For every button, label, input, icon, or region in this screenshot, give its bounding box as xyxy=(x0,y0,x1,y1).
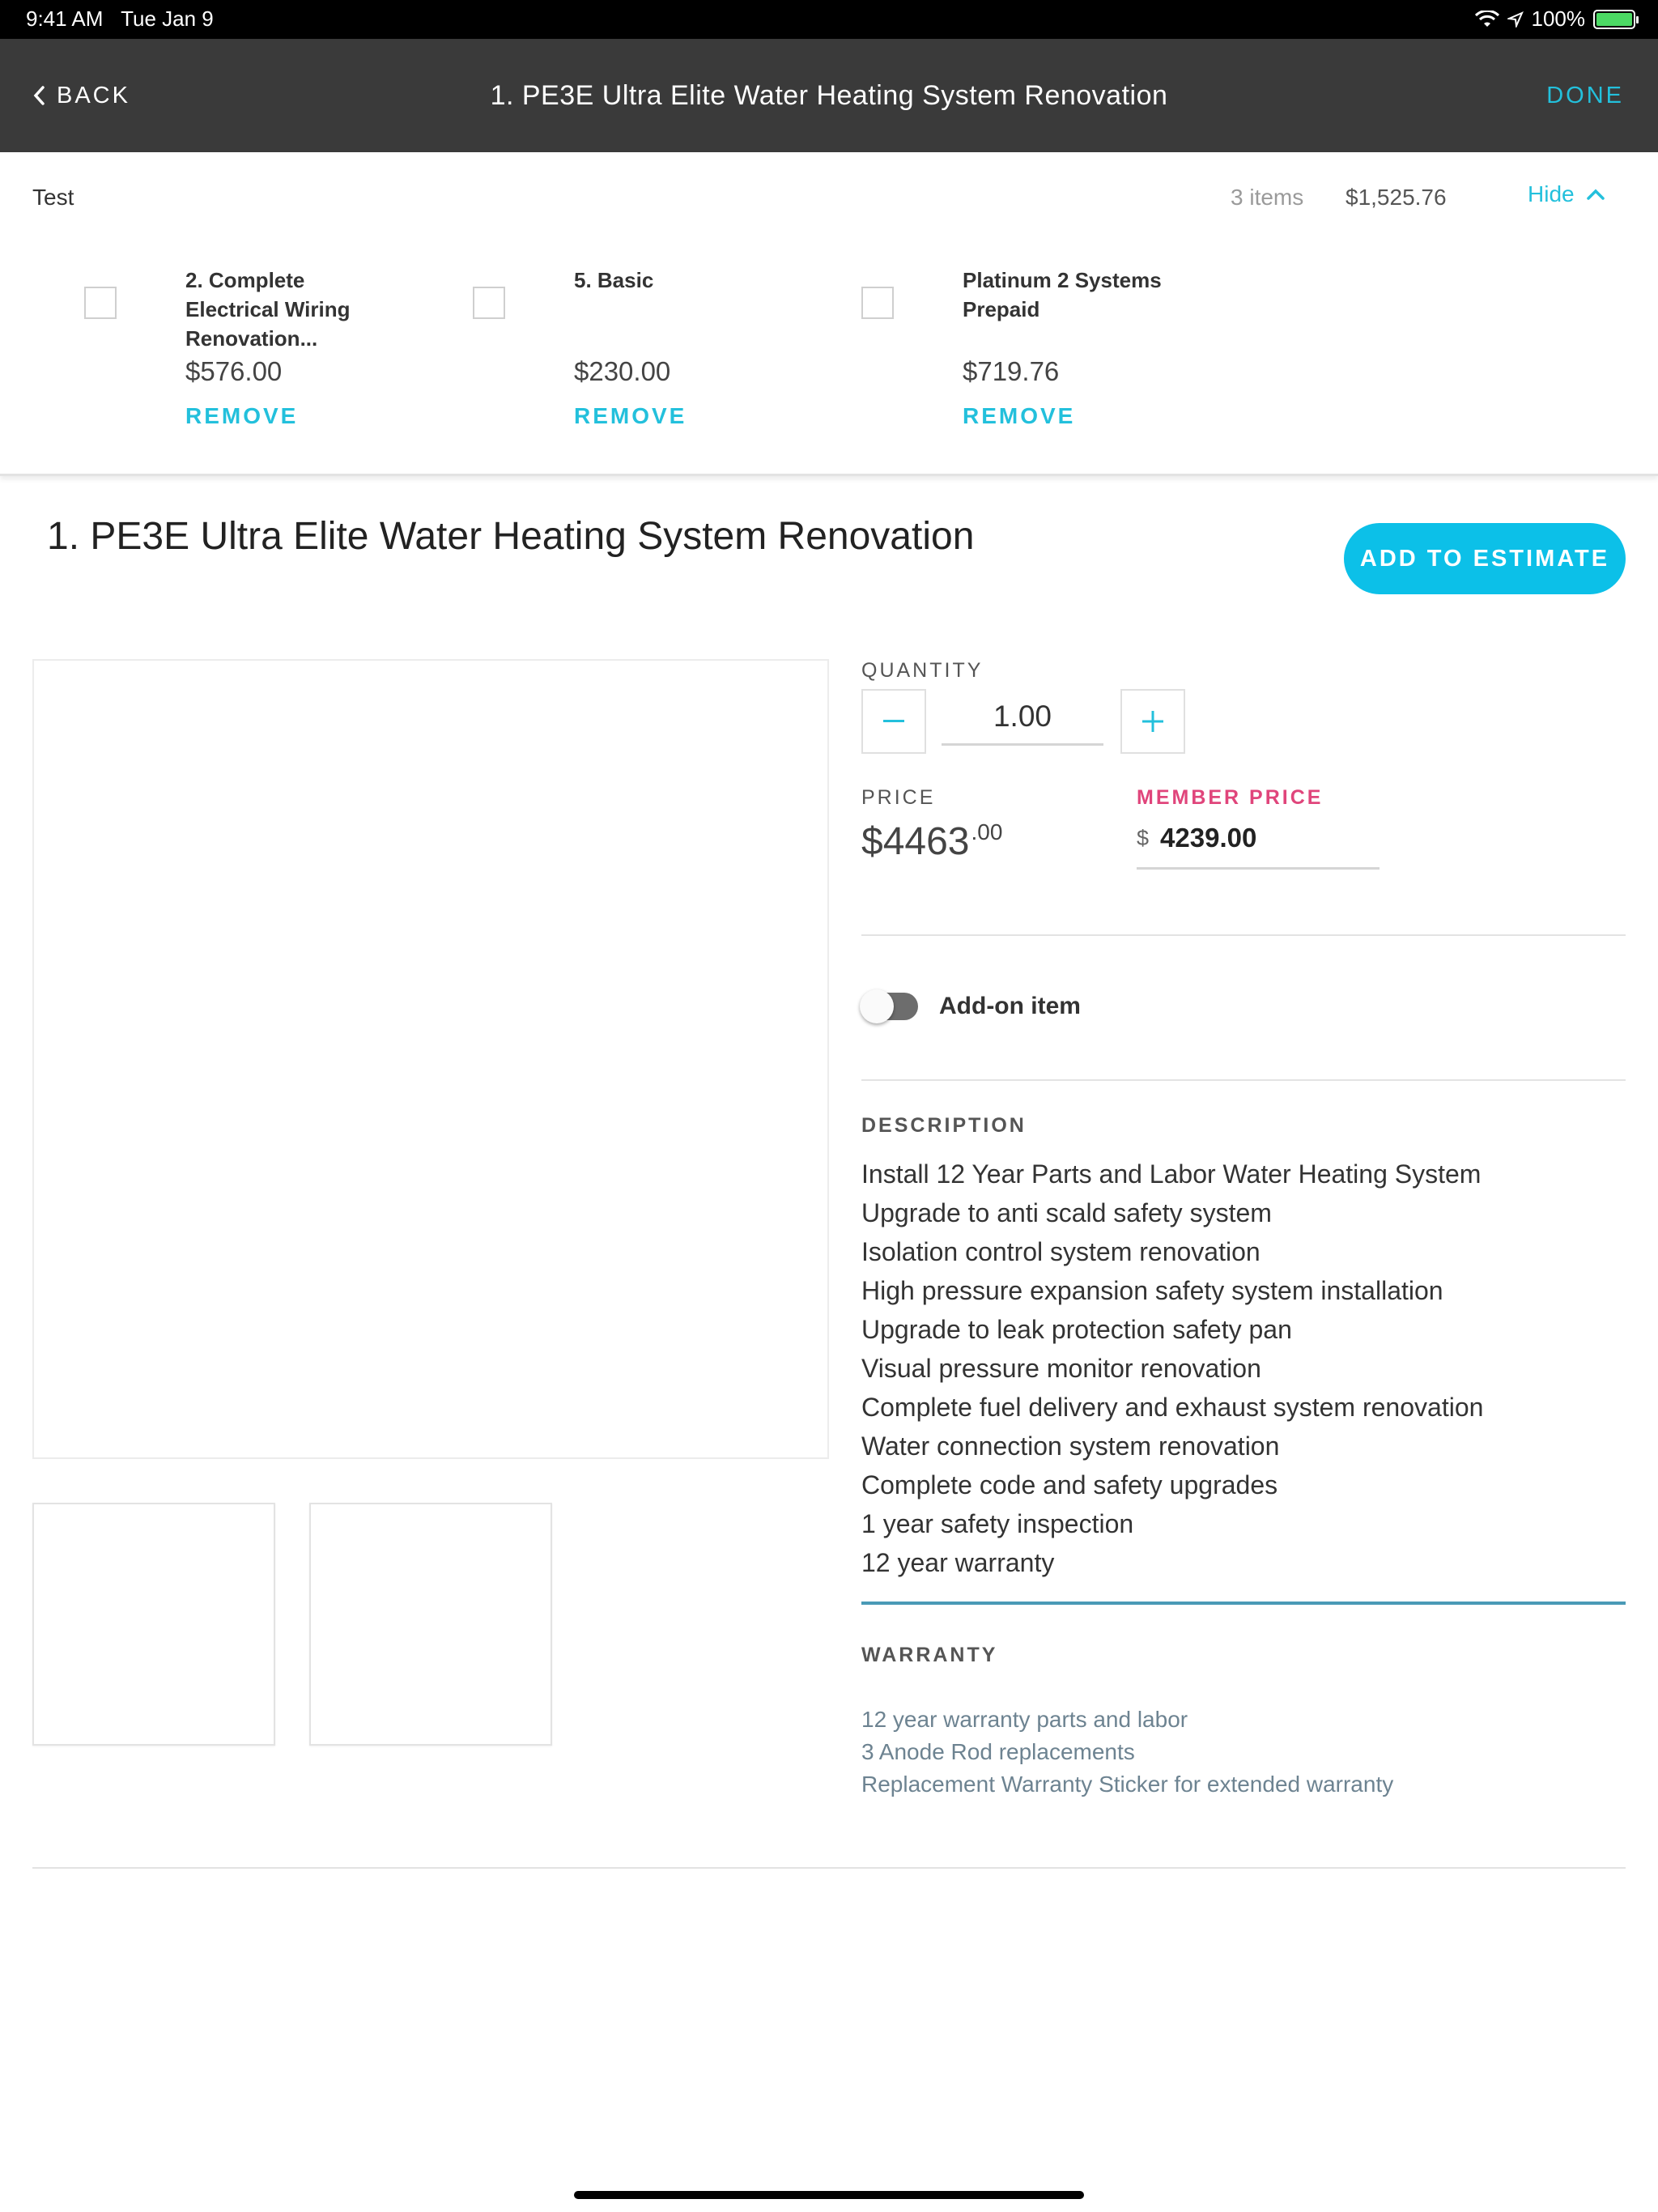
description-list: Install 12 Year Parts and Labor Water He… xyxy=(861,1155,1626,1582)
status-right: 100% xyxy=(1474,6,1639,32)
description-divider xyxy=(861,1602,1626,1605)
description-line: Visual pressure monitor renovation xyxy=(861,1354,1261,1383)
description-line: Complete code and safety upgrades xyxy=(861,1470,1278,1499)
decrement-button[interactable] xyxy=(861,689,926,754)
estimate-item-count: 3 items xyxy=(1231,185,1304,210)
add-to-estimate-button[interactable]: ADD TO ESTIMATE xyxy=(1344,523,1626,594)
back-button[interactable]: BACK xyxy=(32,39,130,152)
warranty-line: 3 Anode Rod replacements xyxy=(861,1739,1135,1764)
remove-button[interactable]: REMOVE xyxy=(185,403,298,429)
product-image xyxy=(32,659,829,1459)
currency-symbol: $ xyxy=(1137,826,1150,850)
addon-toggle[interactable] xyxy=(860,989,918,1023)
item-name: 5. Basic xyxy=(574,268,654,292)
price-amount: $4463 xyxy=(861,820,970,863)
status-bar: 9:41 AM Tue Jan 9 100% xyxy=(0,0,1658,39)
item-name: Platinum 2 Systems Prepaid xyxy=(963,268,1162,321)
hide-tray-button[interactable]: Hide xyxy=(1528,181,1605,207)
estimate-item: 2. Complete Electrical Wiring Renovation… xyxy=(84,266,440,460)
item-name: 2. Complete Electrical Wiring Renovation… xyxy=(185,268,351,351)
description-line: Install 12 Year Parts and Labor Water He… xyxy=(861,1159,1482,1189)
increment-button[interactable] xyxy=(1120,689,1185,754)
item-checkbox[interactable] xyxy=(84,287,117,319)
divider xyxy=(32,1867,1626,1869)
description-line: High pressure expansion safety system in… xyxy=(861,1276,1443,1305)
item-price: $719.76 xyxy=(963,356,1060,386)
description-label: DESCRIPTION xyxy=(861,1114,1027,1137)
estimate-total: $1,525.76 xyxy=(1346,185,1447,210)
status-time: 9:41 AM Tue Jan 9 xyxy=(26,6,214,32)
estimate-name: Test xyxy=(32,185,74,210)
member-price-field[interactable]: $ 4239.00 xyxy=(1137,818,1380,870)
location-icon xyxy=(1507,11,1524,28)
description-line: 1 year safety inspection xyxy=(861,1509,1134,1538)
product-thumbnail[interactable] xyxy=(309,1503,552,1746)
hide-label: Hide xyxy=(1528,181,1575,206)
date: Tue Jan 9 xyxy=(121,6,214,31)
chevron-up-icon xyxy=(1586,189,1605,200)
home-indicator[interactable] xyxy=(574,2191,1084,2199)
price-label: PRICE xyxy=(861,786,936,809)
estimate-tray: Test 3 items $1,525.76 Hide 2. Complete … xyxy=(0,152,1658,476)
remove-button[interactable]: REMOVE xyxy=(574,403,687,429)
warranty-list: 12 year warranty parts and labor 3 Anode… xyxy=(861,1704,1626,1801)
toggle-knob xyxy=(860,989,894,1023)
price-value: $4463.00 xyxy=(861,819,1002,864)
navigation-bar: 1. PE3E Ultra Elite Water Heating System… xyxy=(0,39,1658,152)
battery-percent: 100% xyxy=(1531,6,1586,31)
warranty-line: 12 year warranty parts and labor xyxy=(861,1707,1188,1732)
chevron-left-icon xyxy=(33,86,45,105)
item-checkbox[interactable] xyxy=(473,287,505,319)
item-checkbox[interactable] xyxy=(861,287,894,319)
description-line: Upgrade to anti scald safety system xyxy=(861,1198,1272,1227)
addon-label: Add-on item xyxy=(939,993,1081,1019)
member-price-value: 4239.00 xyxy=(1160,823,1257,853)
battery-icon xyxy=(1593,9,1639,29)
description-line: Water connection system renovation xyxy=(861,1431,1280,1461)
member-price-label: MEMBER PRICE xyxy=(1137,786,1324,809)
clock: 9:41 AM xyxy=(26,6,104,31)
product-thumbnail[interactable] xyxy=(32,1503,275,1746)
divider xyxy=(861,1079,1626,1081)
description-line: Complete fuel delivery and exhaust syste… xyxy=(861,1393,1484,1422)
minus-icon xyxy=(883,720,904,722)
plus-icon xyxy=(1142,711,1163,732)
warranty-line: Replacement Warranty Sticker for extende… xyxy=(861,1772,1394,1797)
item-price: $576.00 xyxy=(185,356,283,386)
quantity-label: QUANTITY xyxy=(861,659,984,682)
warranty-label: WARRANTY xyxy=(861,1644,998,1666)
description-line: 12 year warranty xyxy=(861,1548,1055,1577)
estimate-item: 5. Basic $230.00 REMOVE xyxy=(473,266,829,460)
item-price: $230.00 xyxy=(574,356,671,386)
quantity-input[interactable] xyxy=(942,689,1103,746)
wifi-icon xyxy=(1474,10,1499,27)
estimate-item: Platinum 2 Systems Prepaid $719.76 REMOV… xyxy=(861,266,1218,460)
remove-button[interactable]: REMOVE xyxy=(963,403,1075,429)
description-line: Upgrade to leak protection safety pan xyxy=(861,1315,1292,1344)
description-line: Isolation control system renovation xyxy=(861,1237,1261,1266)
product-title: 1. PE3E Ultra Elite Water Heating System… xyxy=(47,515,975,558)
back-label: BACK xyxy=(57,82,130,108)
price-cents: .00 xyxy=(971,819,1003,844)
divider xyxy=(861,934,1626,936)
nav-title: 1. PE3E Ultra Elite Water Heating System… xyxy=(490,79,1168,111)
done-button[interactable]: DONE xyxy=(1546,39,1624,152)
